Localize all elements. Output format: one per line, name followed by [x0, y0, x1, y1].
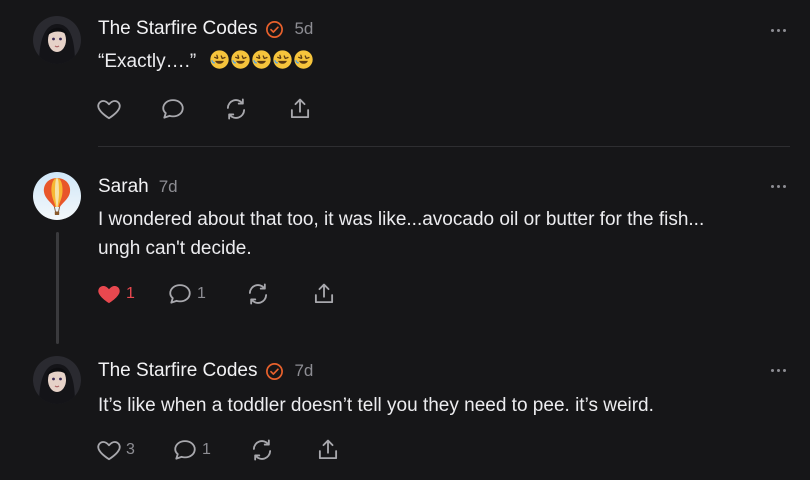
like-button[interactable]: 1 [96, 281, 167, 307]
like-count: 3 [126, 441, 135, 458]
author-name[interactable]: The Starfire Codes [98, 18, 257, 40]
more-icon[interactable] [771, 369, 786, 372]
comment-text: I wondered about that too, it was like..… [98, 205, 704, 263]
divider [98, 146, 790, 147]
comment-icon [172, 437, 198, 463]
restack-icon [249, 437, 275, 463]
comment-header: The Starfire Codes 5d [98, 18, 313, 40]
avatar[interactable] [33, 172, 81, 220]
rolling-on-floor-laughing-icon [209, 49, 230, 70]
rolling-on-floor-laughing-icon [293, 49, 314, 70]
reply-count: 1 [202, 441, 211, 458]
comment-text-content: “Exactly….” [98, 51, 197, 72]
share-icon [311, 281, 337, 307]
share-icon [315, 437, 341, 463]
rolling-on-floor-laughing-icon [251, 49, 272, 70]
like-button[interactable] [96, 96, 160, 122]
more-icon[interactable] [771, 185, 786, 188]
author-name[interactable]: The Starfire Codes [98, 360, 257, 382]
timestamp[interactable]: 7d [159, 177, 178, 197]
heart-filled-icon [96, 281, 122, 307]
heart-icon [96, 96, 122, 122]
avatar[interactable] [33, 356, 81, 404]
comment-text: “Exactly….” [98, 47, 314, 76]
author-name[interactable]: Sarah [98, 176, 149, 198]
rolling-on-floor-laughing-icon [272, 49, 293, 70]
comment-text-line: I wondered about that too, it was like..… [98, 209, 705, 230]
timestamp[interactable]: 7d [294, 361, 313, 381]
comment-icon [167, 281, 193, 307]
comment-icon [160, 96, 186, 122]
comment-header: Sarah 7d [98, 176, 178, 198]
verified-badge-icon [265, 362, 284, 381]
reply-button[interactable] [160, 96, 223, 122]
avatar[interactable] [33, 16, 81, 64]
emoji-group [209, 51, 314, 72]
restack-icon [223, 96, 249, 122]
more-icon[interactable] [771, 29, 786, 32]
comment-text: It’s like when a toddler doesn’t tell yo… [98, 391, 654, 420]
rolling-on-floor-laughing-icon [230, 49, 251, 70]
comment-header: The Starfire Codes 7d [98, 360, 313, 382]
thread-line [56, 232, 59, 344]
verified-badge-icon [265, 20, 284, 39]
reply-button[interactable]: 1 [172, 437, 249, 463]
share-icon [287, 96, 313, 122]
restack-button[interactable] [245, 281, 311, 307]
comment-actions: 3 1 [96, 437, 341, 463]
share-button[interactable] [311, 281, 337, 307]
like-count: 1 [126, 285, 135, 302]
comment-actions: 1 1 [96, 281, 337, 307]
like-button[interactable]: 3 [96, 437, 172, 463]
comment-text-content: It’s like when a toddler doesn’t tell yo… [98, 395, 654, 416]
reply-button[interactable]: 1 [167, 281, 245, 307]
restack-icon [245, 281, 271, 307]
share-button[interactable] [315, 437, 341, 463]
reply-count: 1 [197, 285, 206, 302]
timestamp[interactable]: 5d [294, 19, 313, 39]
comment-actions [96, 96, 313, 122]
restack-button[interactable] [223, 96, 287, 122]
heart-icon [96, 437, 122, 463]
comment-text-line: ungh can't decide. [98, 238, 252, 259]
restack-button[interactable] [249, 437, 315, 463]
share-button[interactable] [287, 96, 313, 122]
